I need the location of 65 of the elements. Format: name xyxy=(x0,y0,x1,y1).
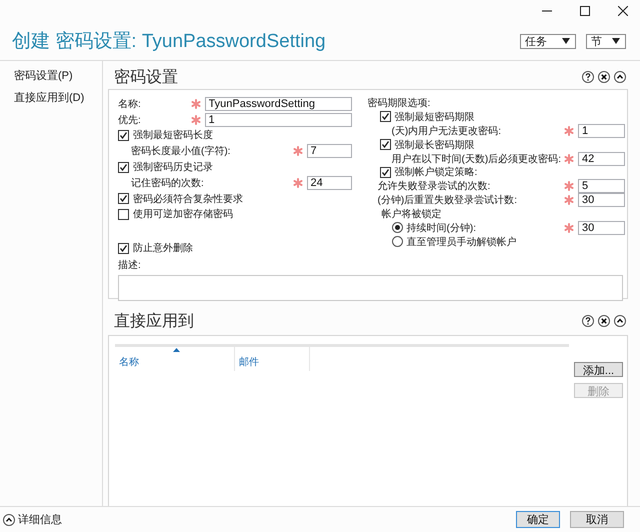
input-field[interactable]: 7 xyxy=(306,144,352,158)
input-field[interactable]: TyunPasswordSetting xyxy=(204,96,352,111)
checkbox-label: 强制帐户锁定策略: xyxy=(394,166,478,180)
maximize-icon[interactable] xyxy=(580,6,590,16)
checkbox[interactable] xyxy=(118,242,129,254)
checkbox[interactable] xyxy=(118,130,129,141)
radio-label: 持续时间(分钟): xyxy=(406,222,477,235)
collapse-icon[interactable] xyxy=(614,71,626,83)
list-button[interactable]: 添加... xyxy=(574,362,623,377)
collapse-icon[interactable] xyxy=(614,315,626,327)
checkbox[interactable] xyxy=(380,111,391,122)
input-field[interactable]: 30 xyxy=(578,193,625,208)
dropdown-button[interactable]: 节 xyxy=(586,34,626,48)
column-header[interactable]: 邮件 xyxy=(235,347,310,371)
checkbox-label: 强制最短密码期限 xyxy=(394,110,476,124)
help-icon[interactable] xyxy=(582,71,594,83)
section-title: 密码设置 xyxy=(114,68,179,88)
details-button[interactable]: 详细信息 xyxy=(3,512,62,527)
close-icon[interactable] xyxy=(618,6,628,16)
input-field[interactable]: 1 xyxy=(578,124,625,138)
help-icon[interactable] xyxy=(582,315,594,327)
input-field[interactable]: 30 xyxy=(578,220,625,235)
checkbox[interactable] xyxy=(118,208,129,220)
section-title: 直接应用到 xyxy=(114,312,195,332)
checkbox-label: 防止意外删除 xyxy=(133,242,194,256)
radio-button[interactable] xyxy=(392,222,403,234)
description-field[interactable] xyxy=(118,275,623,302)
input-field[interactable]: 5 xyxy=(578,179,625,194)
caret-icon xyxy=(562,38,570,44)
field-label: 允许失败登录尝试的次数: xyxy=(376,180,492,194)
radio-label: 直至管理员手动解锁帐户 xyxy=(406,236,518,249)
column-header[interactable]: 名称 xyxy=(115,347,235,371)
group-label: 密码期限选项: xyxy=(368,96,430,110)
checkbox-label: 强制最短密码长度 xyxy=(133,128,214,142)
close-icon[interactable] xyxy=(598,315,610,327)
chevron-up-icon xyxy=(3,514,15,526)
input-field[interactable]: 24 xyxy=(306,176,352,190)
dialog-button[interactable]: 取消 xyxy=(570,511,624,528)
input-field[interactable]: 1 xyxy=(204,112,352,127)
checkbox[interactable] xyxy=(118,162,129,173)
group-label: 帐户将被锁定 xyxy=(382,208,442,222)
field-label: 描述: xyxy=(118,258,142,272)
checkbox[interactable] xyxy=(118,193,129,204)
field-label: 记住密码的次数: xyxy=(130,176,205,190)
field-label: 用户在以下时间(天数)后必须更改密码: xyxy=(390,152,561,166)
checkbox[interactable] xyxy=(380,139,391,150)
nav-link[interactable]: 密码设置(P) xyxy=(14,68,102,83)
checkbox[interactable] xyxy=(380,166,391,178)
page-title: 创建 密码设置: TyunPasswordSetting xyxy=(12,30,327,54)
radio-button[interactable] xyxy=(392,236,403,248)
checkbox-label: 使用可逆加密存储密码 xyxy=(133,208,234,222)
field-label: 优先: xyxy=(118,114,142,127)
field-label: 名称: xyxy=(118,98,142,111)
field-label: (分钟)后重置失败登录尝试计数: xyxy=(376,194,518,208)
dialog-button[interactable]: 确定 xyxy=(516,511,560,528)
checkbox-label: 密码必须符合复杂性要求 xyxy=(133,192,244,206)
close-icon[interactable] xyxy=(598,71,610,83)
caret-icon xyxy=(612,38,620,44)
field-label: (天)内用户无法更改密码: xyxy=(390,124,502,138)
field-label: 密码长度最小值(字符): xyxy=(130,144,232,158)
nav-link[interactable]: 直接应用到(D) xyxy=(14,90,102,105)
input-field[interactable]: 42 xyxy=(578,152,625,166)
checkbox-label: 强制最长密码期限 xyxy=(394,138,476,152)
dropdown-button[interactable]: 任务 xyxy=(520,34,576,48)
checkbox-label: 强制密码历史记录 xyxy=(133,160,214,174)
